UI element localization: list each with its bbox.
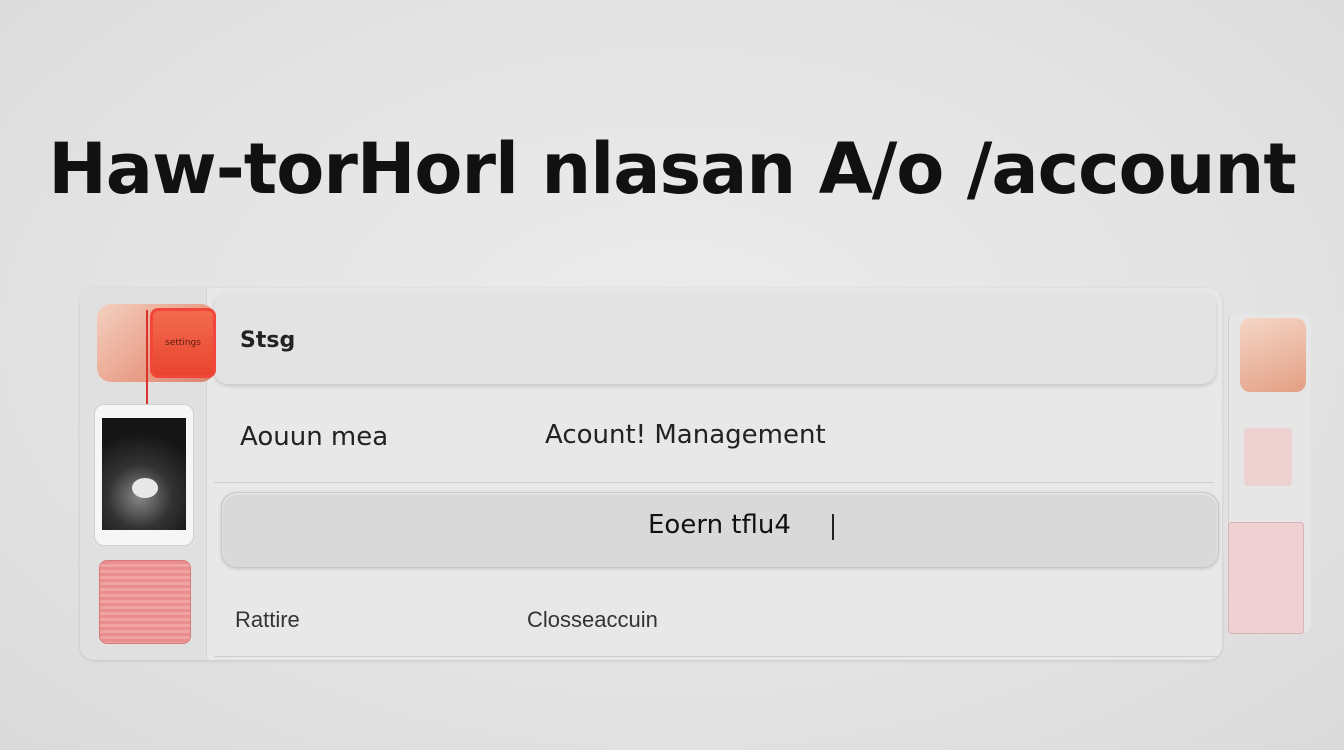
bottom-row-label: Rattire	[235, 607, 300, 632]
settings-row-label: Stsg	[240, 328, 296, 353]
action-button-label: Eoern tflu4	[648, 510, 791, 540]
profile-icon[interactable]	[1240, 318, 1306, 392]
phone-avatar	[132, 478, 158, 498]
document-icon[interactable]	[1228, 522, 1304, 634]
image-icon[interactable]	[1244, 428, 1292, 486]
close-account-link[interactable]: Closseaccuin	[527, 607, 658, 633]
bottom-divider	[214, 656, 1218, 657]
settings-icon-badge[interactable]: settings	[150, 308, 216, 378]
account-management-link[interactable]: Acount! Management	[545, 420, 826, 450]
phone-screen	[102, 418, 186, 530]
account-row-label: Aouun mea	[240, 422, 389, 452]
settings-icon-text: settings	[165, 338, 201, 348]
text-cursor	[832, 514, 834, 540]
page-title: Haw-torHorl nlasan A/o /account	[48, 128, 1297, 210]
settings-row[interactable]	[214, 292, 1216, 384]
row-divider	[214, 482, 1214, 483]
card-icon[interactable]	[99, 560, 191, 644]
